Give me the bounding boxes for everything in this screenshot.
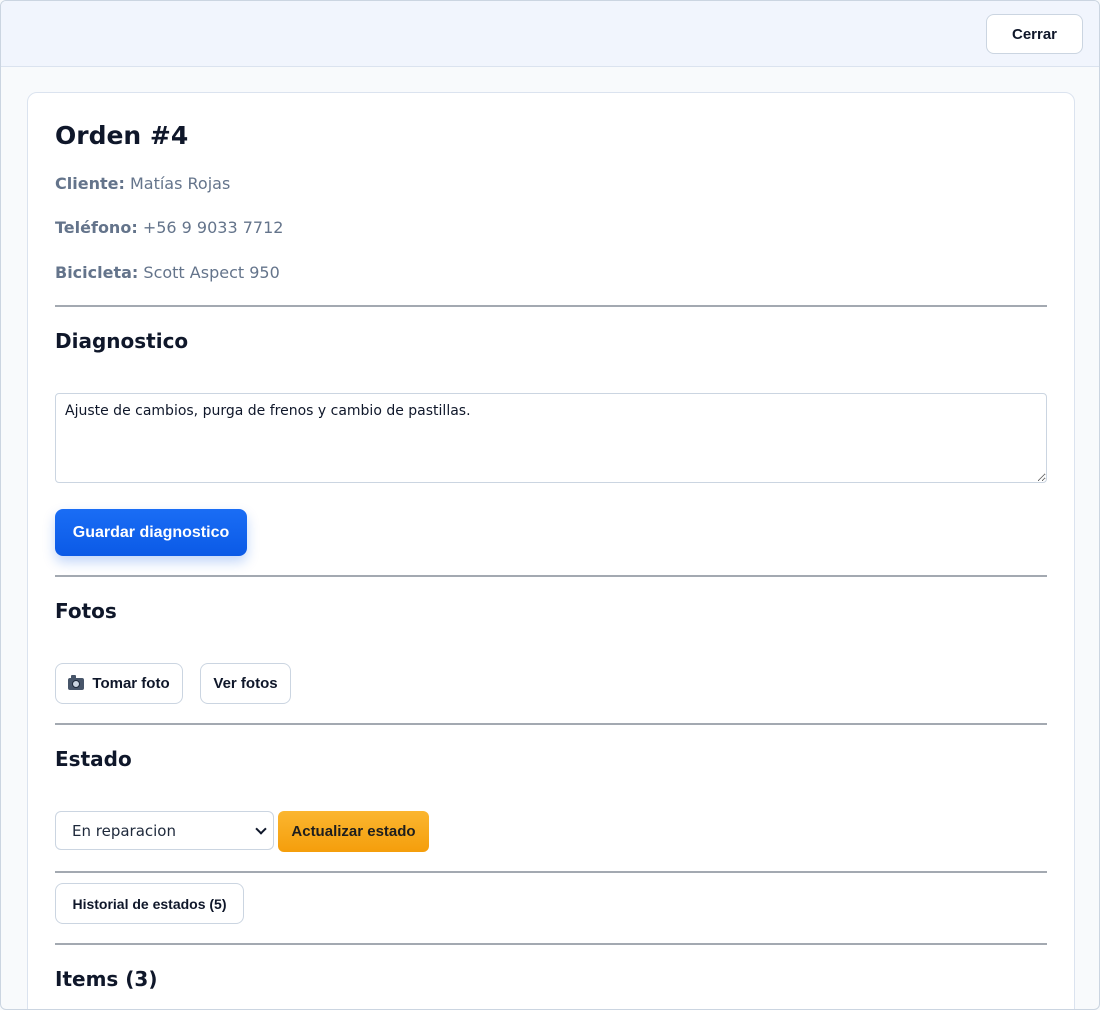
- chevron-down-icon: [255, 823, 267, 835]
- divider: [55, 723, 1047, 725]
- phone-label: Teléfono:: [55, 218, 138, 237]
- diagnosis-textarea[interactable]: Ajuste de cambios, purga de frenos y cam…: [55, 393, 1047, 483]
- close-button[interactable]: Cerrar: [986, 14, 1083, 54]
- phone-value: +56 9 9033 7712: [142, 218, 284, 237]
- top-bar: Cerrar: [1, 1, 1099, 67]
- divider: [55, 871, 1047, 873]
- status-select-value: En reparacion: [72, 821, 176, 840]
- divider: [55, 305, 1047, 307]
- save-diagnosis-button[interactable]: Guardar diagnostico: [55, 509, 247, 556]
- client-label: Cliente:: [55, 174, 125, 193]
- take-photo-label: Tomar foto: [92, 675, 170, 692]
- status-select[interactable]: En reparacion: [55, 811, 274, 850]
- order-window: Cerrar Orden #4 Cliente: Matías Rojas Te…: [0, 0, 1100, 1010]
- items-title: Items (3): [55, 967, 158, 991]
- status-history-button[interactable]: Historial de estados (5): [55, 883, 244, 924]
- camera-icon: [68, 674, 85, 690]
- phone-info: Teléfono: +56 9 9033 7712: [55, 218, 283, 237]
- page-title: Orden #4: [55, 121, 189, 150]
- client-value: Matías Rojas: [129, 174, 231, 193]
- divider: [55, 943, 1047, 945]
- divider: [55, 575, 1047, 577]
- take-photo-button[interactable]: Tomar foto: [55, 663, 183, 704]
- bike-label: Bicicleta:: [55, 263, 139, 282]
- bike-info: Bicicleta: Scott Aspect 950: [55, 263, 280, 282]
- update-status-button[interactable]: Actualizar estado: [278, 811, 429, 852]
- order-card: Orden #4 Cliente: Matías Rojas Teléfono:…: [27, 92, 1075, 1009]
- client-info: Cliente: Matías Rojas: [55, 174, 230, 193]
- status-title: Estado: [55, 747, 132, 771]
- photos-title: Fotos: [55, 599, 117, 623]
- bike-value: Scott Aspect 950: [143, 263, 280, 282]
- view-photos-button[interactable]: Ver fotos: [200, 663, 291, 704]
- diagnosis-title: Diagnostico: [55, 329, 189, 353]
